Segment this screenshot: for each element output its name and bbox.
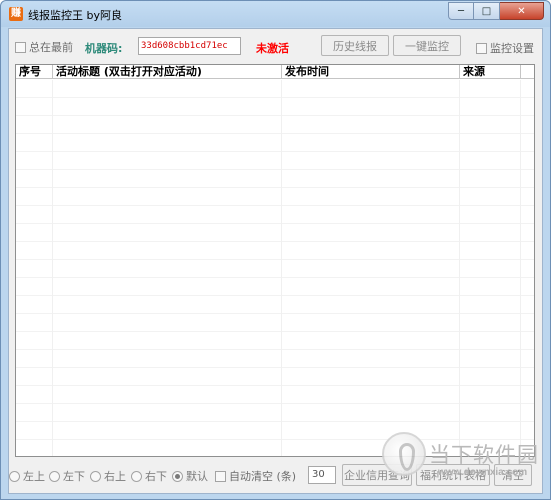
one-click-monitor-button[interactable]: 一键监控	[393, 35, 461, 56]
auto-clear-count-input[interactable]: 30	[308, 466, 336, 484]
always-on-top-checkbox[interactable]: 总在最前	[15, 39, 73, 55]
list-body[interactable]	[16, 80, 534, 456]
radio-default[interactable]: 默认	[172, 468, 208, 484]
title-bar[interactable]: 赚 线报监控王 by阿良 ─ □ ✕	[1, 1, 550, 27]
list-header: 序号 活动标题 (双击打开对应活动) 发布时间 来源	[16, 65, 534, 79]
machine-code-label: 机器码:	[85, 42, 123, 55]
app-window: 赚 线报监控王 by阿良 ─ □ ✕ 总在最前 机器码: 33d608cbb1c…	[0, 0, 551, 500]
watermark-logo-icon	[382, 432, 426, 476]
radio-top-left[interactable]: 左上	[9, 468, 45, 484]
column-divider	[52, 80, 53, 456]
radio-label: 右上	[104, 470, 126, 483]
maximize-button[interactable]: □	[474, 2, 500, 20]
main-panel: 总在最前 机器码: 33d608cbb1cd71ec 未激活 历史线报 一键监控…	[8, 28, 543, 494]
maximize-icon: □	[481, 5, 492, 17]
monitor-settings-label: 监控设置	[490, 42, 534, 55]
window-title: 线报监控王 by阿良	[28, 9, 122, 22]
checkbox-box[interactable]	[476, 42, 487, 54]
close-icon: ✕	[517, 5, 526, 17]
radio-bottom-left[interactable]: 左下	[49, 468, 85, 484]
radio-dot[interactable]	[131, 470, 142, 482]
app-logo-icon: 赚	[9, 7, 23, 21]
auto-clear-checkbox[interactable]: 自动清空 (条)	[215, 468, 296, 484]
column-divider	[520, 80, 521, 456]
column-header-publish-time[interactable]: 发布时间	[282, 65, 460, 79]
watermark-url: www.downxia.com	[438, 467, 528, 478]
radio-dot[interactable]	[9, 470, 20, 482]
activity-list[interactable]: 序号 活动标题 (双击打开对应活动) 发布时间 来源	[15, 64, 535, 457]
radio-top-right[interactable]: 右上	[90, 468, 126, 484]
column-header-title[interactable]: 活动标题 (双击打开对应活动)	[53, 65, 282, 79]
window-controls: ─ □ ✕	[448, 2, 544, 20]
column-header-source[interactable]: 来源	[460, 65, 521, 79]
always-on-top-label: 总在最前	[29, 41, 73, 54]
radio-dot[interactable]	[49, 470, 60, 482]
activation-status: 未激活	[256, 42, 289, 55]
radio-label: 默认	[186, 470, 208, 483]
radio-dot-selected[interactable]	[172, 470, 183, 482]
checkbox-box[interactable]	[15, 41, 26, 53]
radio-dot[interactable]	[90, 470, 101, 482]
close-button[interactable]: ✕	[500, 2, 544, 20]
checkbox-box[interactable]	[215, 470, 226, 482]
history-button[interactable]: 历史线报	[321, 35, 389, 56]
column-divider	[459, 80, 460, 456]
minimize-button[interactable]: ─	[448, 2, 474, 20]
radio-label: 左下	[63, 470, 85, 483]
radio-label: 右下	[145, 470, 167, 483]
watermark-text: 当下软件园	[429, 443, 539, 467]
auto-clear-label: 自动清空 (条)	[229, 470, 297, 483]
monitor-settings-checkbox[interactable]: 监控设置	[476, 40, 534, 56]
radio-bottom-right[interactable]: 右下	[131, 468, 167, 484]
column-header-index[interactable]: 序号	[16, 65, 53, 79]
radio-label: 左上	[23, 470, 45, 483]
minimize-icon: ─	[457, 5, 465, 17]
machine-code-field[interactable]: 33d608cbb1cd71ec	[138, 37, 241, 55]
column-divider	[281, 80, 282, 456]
